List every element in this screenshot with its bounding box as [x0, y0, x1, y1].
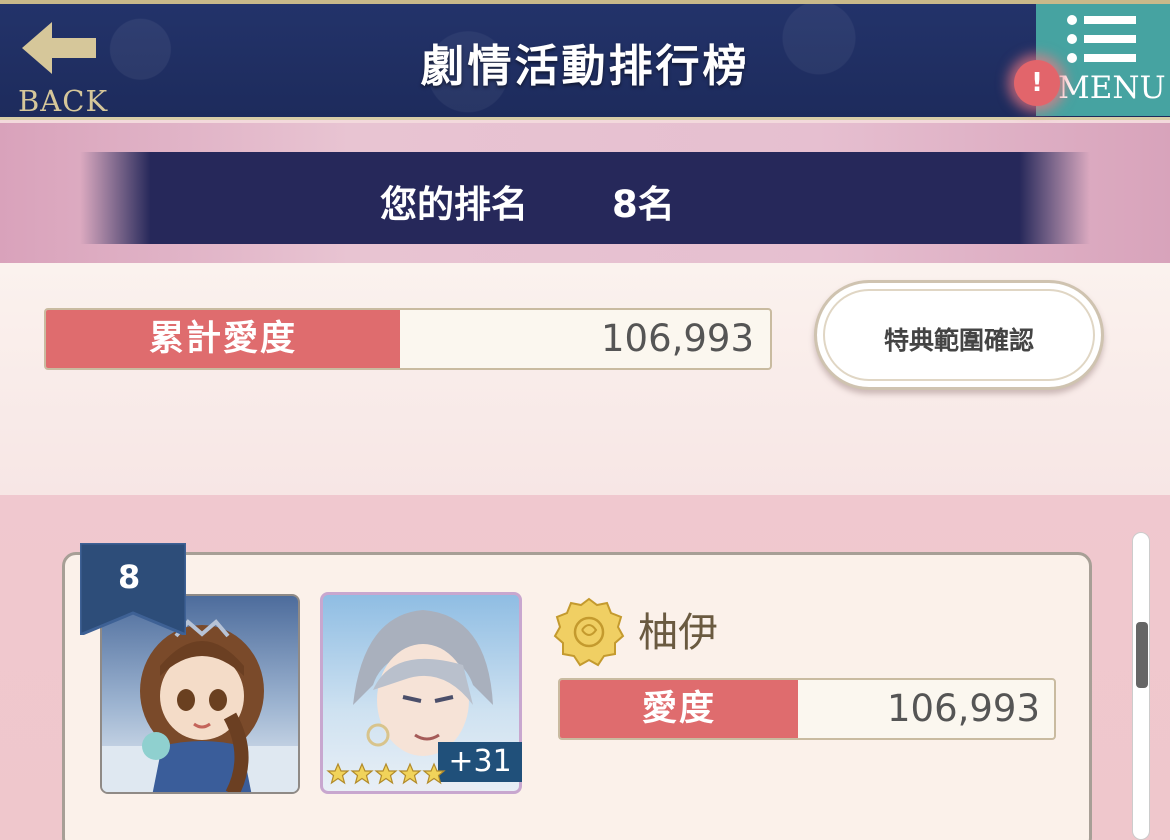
rank-number: 8 [118, 558, 141, 596]
entry-love-value: 106,993 [886, 687, 1040, 730]
menu-list-icon [1067, 15, 1136, 63]
card-rarity-stars-icon [326, 762, 446, 785]
card-bonus-badge: +31 [438, 742, 522, 782]
bonus-range-label: 特典範圍確認 [883, 326, 1034, 355]
gold-rose-medal-icon [553, 597, 625, 667]
bonus-range-button[interactable]: 特典範圍確認 [814, 280, 1104, 390]
entry-love-stat: 愛度 106,993 [558, 678, 1056, 740]
total-love-label: 累計愛度 [46, 310, 400, 368]
scrollbar-thumb[interactable] [1136, 622, 1148, 688]
rank-banner [80, 152, 1090, 244]
my-rank-label: 您的排名 [380, 183, 528, 226]
entry-love-label: 愛度 [560, 680, 798, 738]
menu-button[interactable]: MENU [1036, 4, 1170, 116]
total-love-value: 106,993 [600, 317, 754, 360]
player-name: 柚伊 [638, 610, 718, 656]
notification-alert-icon: ! [1014, 60, 1060, 106]
menu-label: MENU [1058, 70, 1166, 106]
total-love-stat: 累計愛度 106,993 [44, 308, 772, 370]
my-rank-value: 8名 [612, 183, 675, 226]
page-title: 劇情活動排行榜 [420, 41, 750, 92]
